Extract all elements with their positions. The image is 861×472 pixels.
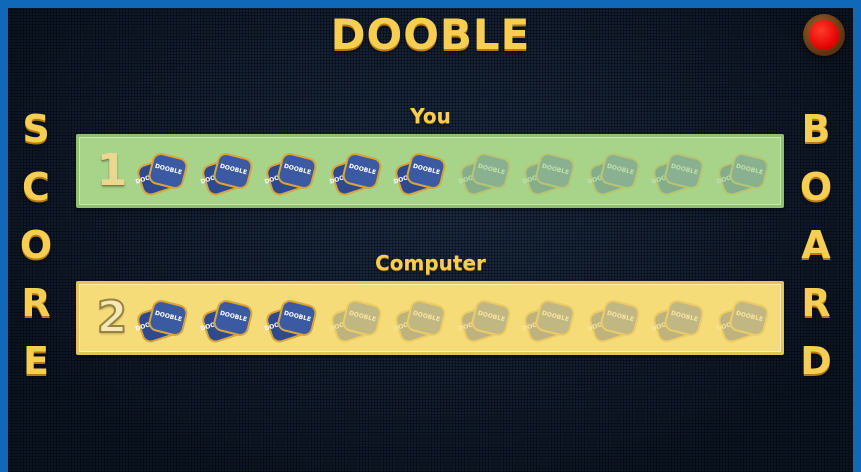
- scoreboard-screen: [8, 8, 853, 472]
- dooble-card-icon: DOOBLEDOOBLE: [586, 298, 641, 345]
- side-word-score: S C O R E: [14, 100, 58, 390]
- card-label: DOOBLE: [605, 309, 635, 324]
- side-letter: C: [22, 165, 50, 209]
- dooble-card-icon: DOOBLEDOOBLE: [715, 151, 770, 198]
- dooble-card-icon: DOOBLEDOOBLE: [651, 298, 706, 345]
- player-score-you: 1: [96, 145, 128, 196]
- player-panel-computer: 2 DOOBLE DOOBLE DOOBLE DOOBLE DOOBLE DOOBLE DO…: [76, 281, 784, 355]
- card-label: DOOBLE: [218, 162, 248, 177]
- side-letter: D: [800, 339, 832, 383]
- card-label: DOOBLE: [283, 309, 312, 324]
- dooble-card-icon: DOOBLEDOOBLE: [393, 298, 448, 345]
- dooble-card-icon: DOOBLEDOOBLE: [715, 298, 770, 345]
- player-panel-you: 1 DOOBLE DOOBLE DOOBLE DOOBLE DOOBLE DOOBLE DO…: [76, 134, 784, 208]
- dooble-card-icon: DOOBLEDOOBLE: [457, 151, 512, 198]
- side-word-board: B O A R D: [794, 100, 838, 390]
- card-label: DOOBLE: [218, 309, 248, 324]
- dooble-card-icon: DOOBLEDOOBLE: [457, 298, 512, 345]
- dooble-card-icon: DOOBLEDOOBLE: [264, 151, 319, 198]
- card-row-computer: DOOBLE DOOBLE DOOBLE DOOBLE DOOBLE DOOBLE DOOB…: [135, 294, 775, 346]
- player-label-computer: Computer: [375, 251, 486, 275]
- card-label: DOOBLE: [541, 309, 570, 324]
- side-letter: R: [21, 281, 51, 325]
- game-title: DOOBLE: [330, 10, 531, 59]
- game-frame: DOOBLE S C O R E B O A R D You 1 DOOBLE D…: [0, 0, 861, 472]
- card-row-you: DOOBLE DOOBLE DOOBLE DOOBLE DOOBLE DOOBLE DOOB…: [135, 147, 775, 199]
- card-label: DOOBLE: [347, 162, 377, 177]
- card-label: DOOBLE: [283, 162, 312, 177]
- card-label: DOOBLE: [670, 309, 699, 324]
- card-label: DOOBLE: [670, 162, 699, 177]
- dooble-card-icon: DOOBLEDOOBLE: [264, 298, 319, 345]
- card-label: DOOBLE: [605, 162, 635, 177]
- dooble-card-icon: DOOBLEDOOBLE: [135, 151, 190, 198]
- card-label: DOOBLE: [154, 162, 183, 177]
- card-label: DOOBLE: [412, 162, 441, 177]
- card-label: DOOBLE: [412, 309, 441, 324]
- dooble-card-icon: DOOBLEDOOBLE: [199, 298, 254, 345]
- dooble-card-icon: DOOBLEDOOBLE: [328, 298, 383, 345]
- dooble-card-icon: DOOBLEDOOBLE: [522, 298, 577, 345]
- card-label: DOOBLE: [541, 162, 570, 177]
- dooble-card-icon: DOOBLEDOOBLE: [522, 151, 577, 198]
- card-label: DOOBLE: [476, 309, 506, 324]
- dooble-card-icon: DOOBLEDOOBLE: [586, 151, 641, 198]
- side-letter: O: [799, 165, 833, 209]
- dooble-card-icon: DOOBLEDOOBLE: [135, 298, 190, 345]
- player-score-computer: 2: [96, 291, 129, 344]
- card-label: DOOBLE: [154, 309, 183, 324]
- side-letter: E: [23, 339, 49, 383]
- card-label: DOOBLE: [734, 309, 764, 324]
- player-label-you: You: [410, 104, 451, 128]
- card-label: DOOBLE: [476, 162, 506, 177]
- dooble-card-icon: DOOBLEDOOBLE: [199, 151, 254, 198]
- card-label: DOOBLE: [734, 162, 764, 177]
- side-letter: R: [801, 281, 831, 325]
- card-label: DOOBLE: [347, 309, 377, 324]
- record-button[interactable]: [803, 14, 845, 56]
- dooble-card-icon: DOOBLEDOOBLE: [651, 151, 706, 198]
- dooble-card-icon: DOOBLEDOOBLE: [328, 151, 383, 198]
- dooble-card-icon: DOOBLEDOOBLE: [393, 151, 448, 198]
- record-icon: [809, 20, 839, 50]
